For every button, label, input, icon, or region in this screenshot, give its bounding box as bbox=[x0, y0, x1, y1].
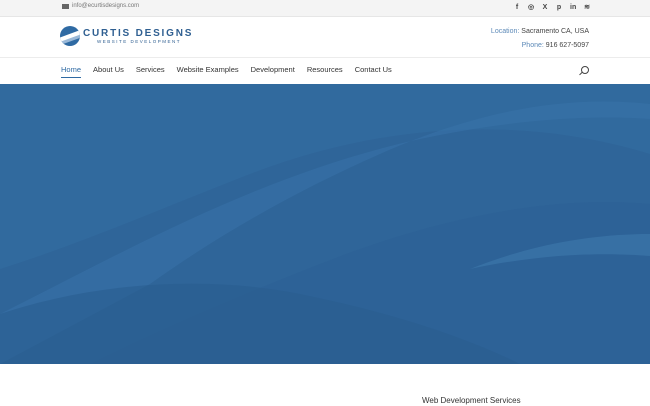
section-heading: Web Development Services bbox=[422, 396, 521, 405]
logo-name: CURTIS DESIGNS bbox=[83, 27, 194, 39]
services-section: Web Development Services bbox=[0, 364, 650, 406]
location-value: Sacramento CA, USA bbox=[521, 28, 589, 35]
header-contact: Location: Sacramento CA, USA Phone: 916 … bbox=[491, 25, 589, 53]
phone-value[interactable]: 916 627-5097 bbox=[546, 42, 589, 49]
location-label: Location: bbox=[490, 28, 520, 35]
instagram-icon[interactable]: ◎ bbox=[528, 3, 534, 12]
main-nav: Home About Us Services Website Examples … bbox=[0, 58, 650, 84]
social-links: f ◎ X p in ≋ bbox=[514, 3, 590, 12]
search-icon[interactable] bbox=[581, 66, 589, 74]
facebook-icon[interactable]: f bbox=[514, 3, 520, 12]
hero-banner bbox=[0, 84, 650, 364]
nav-item-development[interactable]: Development bbox=[251, 65, 295, 77]
logo-mark-icon bbox=[60, 26, 80, 46]
nav-item-services[interactable]: Services bbox=[136, 65, 165, 77]
site-logo[interactable]: CURTIS DESIGNS WEBSITE DEVELOPMENT bbox=[60, 26, 193, 46]
email-text[interactable]: info@ecurtisdesigns.com bbox=[72, 3, 139, 9]
email-link[interactable]: info@ecurtisdesigns.com bbox=[62, 3, 139, 9]
envelope-icon bbox=[62, 3, 69, 9]
top-bar: info@ecurtisdesigns.com f ◎ X p in ≋ bbox=[0, 0, 650, 17]
nav-item-website-examples[interactable]: Website Examples bbox=[177, 65, 239, 77]
linkedin-icon[interactable]: in bbox=[570, 3, 576, 12]
pinterest-icon[interactable]: p bbox=[556, 3, 562, 12]
nav-item-about-us[interactable]: About Us bbox=[93, 65, 124, 77]
nav-item-resources[interactable]: Resources bbox=[307, 65, 343, 77]
nav-item-contact-us[interactable]: Contact Us bbox=[355, 65, 392, 77]
phone-label: Phone: bbox=[521, 42, 544, 49]
nav-item-home[interactable]: Home bbox=[61, 65, 82, 78]
logo-tagline: WEBSITE DEVELOPMENT bbox=[97, 38, 182, 44]
site-header: CURTIS DESIGNS WEBSITE DEVELOPMENT Locat… bbox=[0, 17, 650, 58]
rss-icon[interactable]: ≋ bbox=[584, 3, 590, 12]
hero-background bbox=[0, 84, 650, 364]
x-icon[interactable]: X bbox=[542, 3, 548, 12]
